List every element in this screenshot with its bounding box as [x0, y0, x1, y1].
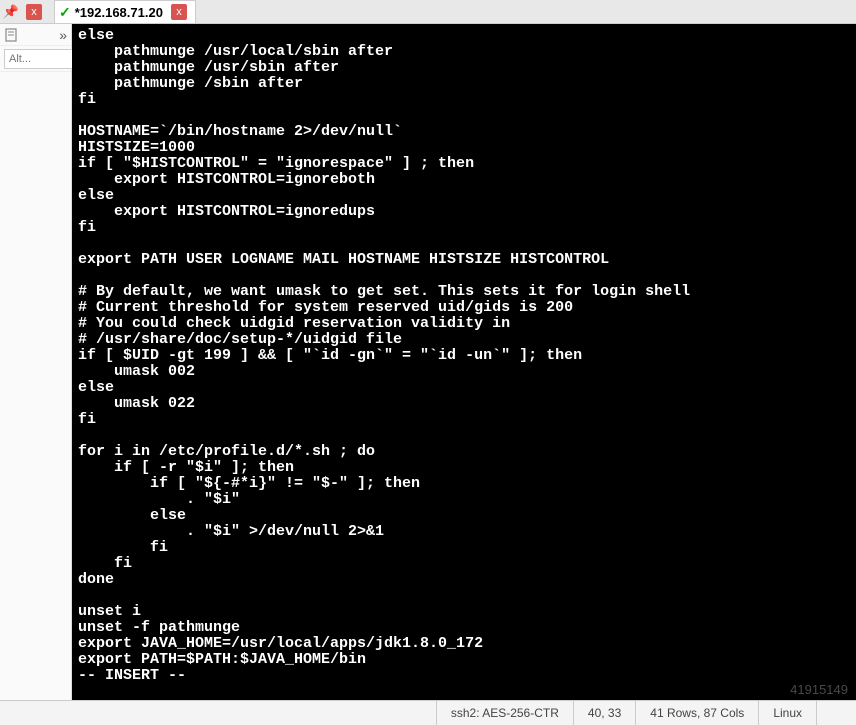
- status-dimensions: 41 Rows, 87 Cols: [635, 701, 758, 725]
- terminal[interactable]: else pathmunge /usr/local/sbin after pat…: [72, 24, 856, 700]
- close-session-button[interactable]: x: [171, 4, 187, 20]
- watermark: 41915149: [790, 682, 848, 697]
- terminal-content: else pathmunge /usr/local/sbin after pat…: [78, 27, 690, 668]
- status-cursor: 40, 33: [573, 701, 635, 725]
- expand-icon[interactable]: »: [59, 27, 67, 43]
- status-os: Linux: [758, 701, 816, 725]
- host-input-row: 🔍: [0, 46, 71, 72]
- check-icon: ✓: [59, 4, 71, 21]
- close-tab-button[interactable]: x: [26, 4, 42, 20]
- file-icon[interactable]: [4, 27, 20, 43]
- left-panel: » 🔍: [0, 24, 72, 700]
- vim-mode-indicator: -- INSERT --: [78, 667, 186, 684]
- status-end: [816, 701, 856, 725]
- tab-bar: 📌 x ✓ *192.168.71.20 x: [0, 0, 856, 24]
- status-protocol: ssh2: AES-256-CTR: [436, 701, 573, 725]
- tab-title: *192.168.71.20: [75, 5, 163, 20]
- left-toolbar: »: [0, 24, 71, 46]
- pin-icon[interactable]: 📌: [0, 1, 22, 23]
- status-bar: ssh2: AES-256-CTR 40, 33 41 Rows, 87 Col…: [0, 700, 856, 725]
- tab-active[interactable]: ✓ *192.168.71.20 x: [54, 0, 196, 23]
- status-spacer: [0, 701, 436, 725]
